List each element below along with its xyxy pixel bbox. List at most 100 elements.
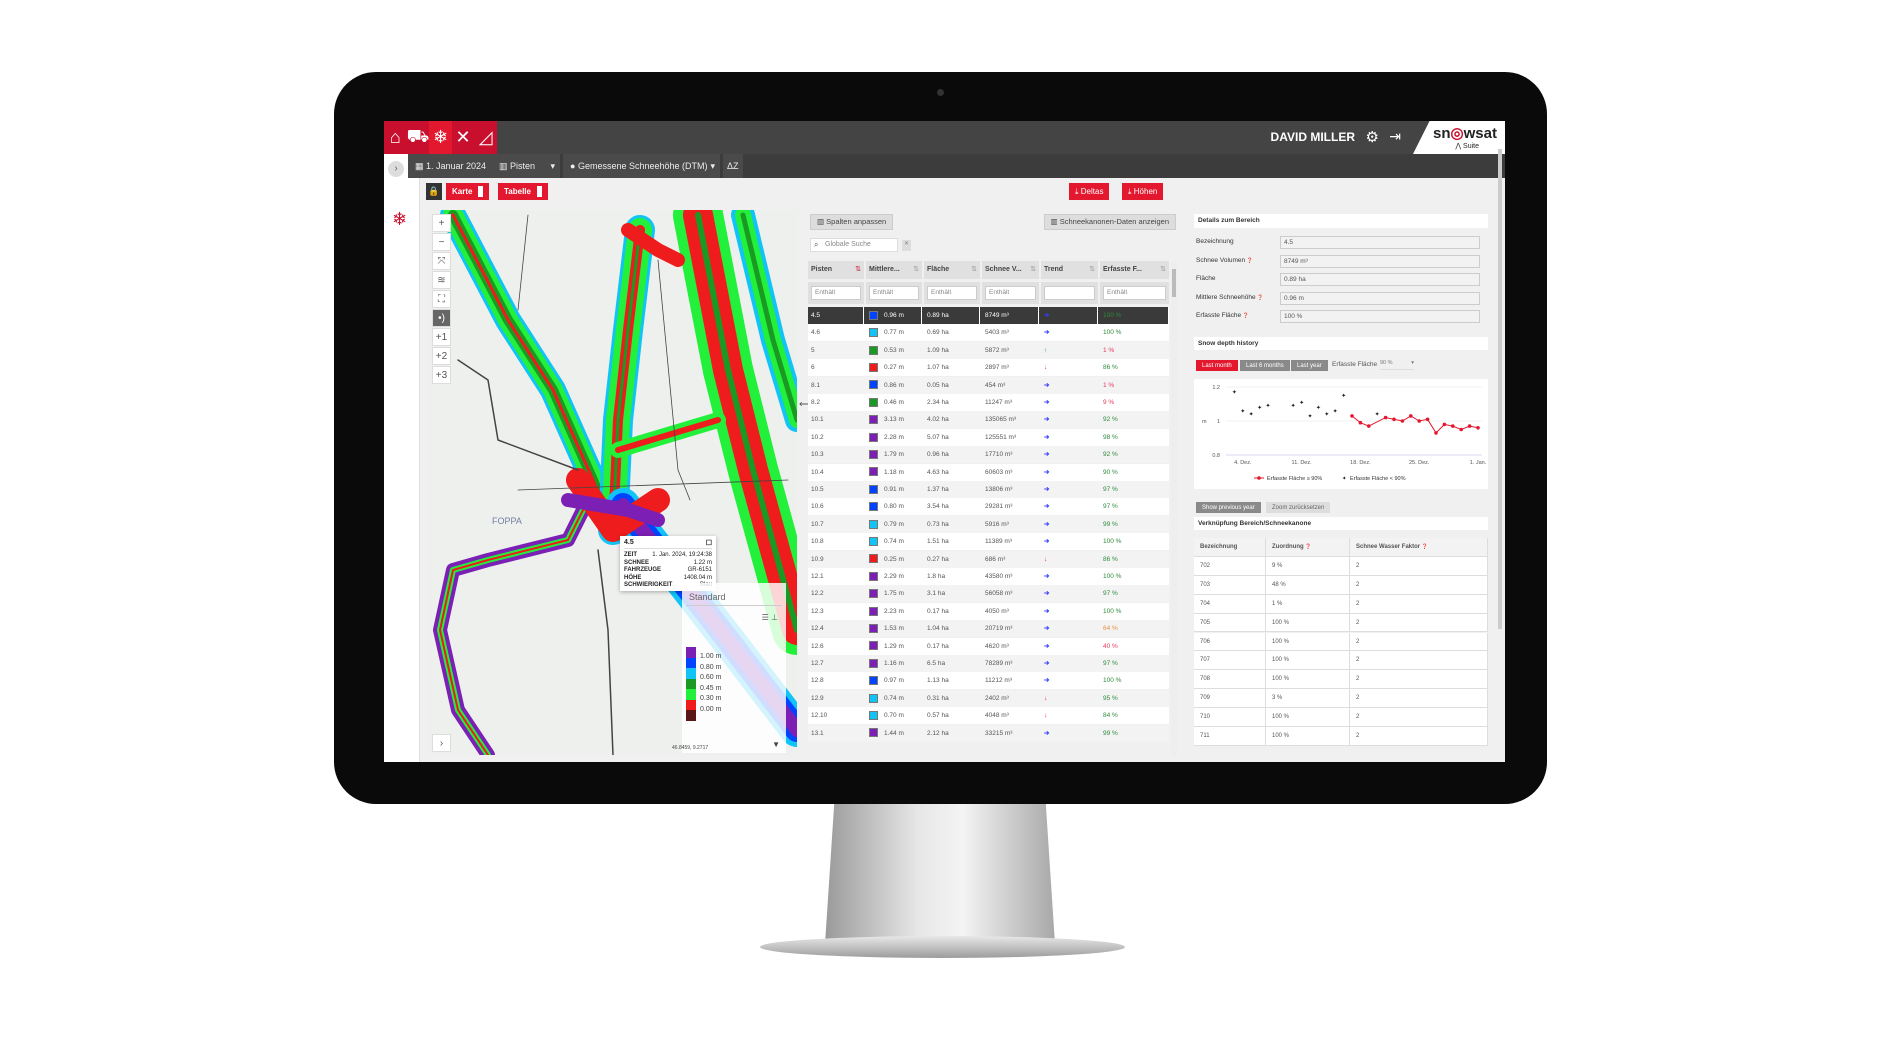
- table-row[interactable]: 12.4 1.53 m 1.04 ha 20719 m³ ➔ 64 %: [808, 620, 1169, 638]
- home-icon[interactable]: ⌂: [384, 121, 407, 154]
- reset-zoom-button[interactable]: Zoom zurücksetzen: [1266, 502, 1331, 513]
- help-icon[interactable]: ❓: [1420, 544, 1428, 550]
- linkage-row[interactable]: 702 9 % 2: [1194, 556, 1488, 576]
- sort-icon[interactable]: ⇅: [1089, 261, 1095, 279]
- linkage-row[interactable]: 704 1 % 2: [1194, 594, 1488, 614]
- coverage-select[interactable]: 90 % ▾: [1380, 360, 1414, 370]
- table-row[interactable]: 10.6 0.80 m 3.54 ha 29281 m³ ➔ 97 %: [808, 498, 1169, 516]
- column-filter[interactable]: Enthält: [1100, 282, 1169, 304]
- linkage-row[interactable]: 707 100 % 2: [1194, 651, 1488, 671]
- column-header[interactable]: Fläche ⇅: [924, 261, 980, 279]
- signal-button[interactable]: •): [432, 309, 451, 327]
- hoehen-download-button[interactable]: ⤓ Höhen: [1122, 183, 1164, 200]
- expand-sidebar-button[interactable]: ›: [388, 161, 404, 177]
- tools-icon[interactable]: ✕: [451, 121, 475, 154]
- snowflake-icon[interactable]: ❄: [392, 209, 407, 230]
- table-row[interactable]: 6 0.27 m 1.07 ha 2897 m³ ↓ 86 %: [808, 359, 1169, 377]
- global-search-input[interactable]: ⌕ Globale Suche: [810, 238, 898, 252]
- linkage-row[interactable]: 709 3 % 2: [1194, 689, 1488, 709]
- column-filter[interactable]: Enthält: [808, 282, 864, 304]
- column-header[interactable]: Trend ⇅: [1041, 261, 1098, 279]
- map-expand-button[interactable]: ›: [432, 734, 451, 752]
- table-row[interactable]: 12.8 0.97 m 1.13 ha 11212 m³ ➔ 100 %: [808, 672, 1169, 690]
- zoom-out-button[interactable]: −: [432, 233, 451, 251]
- measure-icon[interactable]: ◿: [474, 121, 497, 154]
- table-row[interactable]: 12.9 0.74 m 0.31 ha 2402 m³ ↓ 95 %: [808, 689, 1169, 707]
- deltas-download-button[interactable]: ⤓ Deltas: [1069, 183, 1110, 200]
- sort-icon[interactable]: ⇅: [1030, 261, 1036, 279]
- sort-icon[interactable]: ⇅: [1160, 261, 1166, 279]
- layer-select[interactable]: ▥ Pisten ▾: [492, 154, 560, 178]
- page-scrollbar[interactable]: [1498, 149, 1502, 629]
- table-row[interactable]: 12.2 1.75 m 3.1 ha 56058 m³ ➔ 97 %: [808, 585, 1169, 603]
- table-row[interactable]: 10.4 1.18 m 4.63 ha 60603 m³ ➔ 90 %: [808, 463, 1169, 481]
- filter-input[interactable]: Enthält: [1103, 286, 1166, 300]
- lock-button[interactable]: 🔒: [426, 183, 442, 200]
- table-row[interactable]: 10.1 3.13 m 4.02 ha 135065 m³ ➔ 92 %: [808, 411, 1169, 429]
- column-header[interactable]: Erfasste F... ⇅: [1100, 261, 1169, 279]
- filter-input[interactable]: Enthält: [811, 286, 861, 300]
- fit-extent-button[interactable]: ⤧: [432, 252, 451, 270]
- column-filter[interactable]: Enthält: [982, 282, 1039, 304]
- linkage-row[interactable]: 710 100 % 2: [1194, 708, 1488, 727]
- date-picker[interactable]: ▦ 1. Januar 2024: [408, 154, 494, 178]
- table-row[interactable]: 8.1 0.86 m 0.05 ha 454 m³ ➔ 1 %: [808, 376, 1169, 394]
- gear-icon[interactable]: ⚙: [1366, 128, 1379, 146]
- table-row[interactable]: 10.3 1.79 m 0.96 ha 17710 m³ ➔ 92 %: [808, 446, 1169, 464]
- filter-input[interactable]: Enthält: [985, 286, 1036, 300]
- table-row[interactable]: 4.6 0.77 m 0.69 ha 5403 m³ ➔ 100 %: [808, 324, 1169, 342]
- range-button[interactable]: Last 6 months: [1240, 360, 1290, 371]
- table-row[interactable]: 10.7 0.79 m 0.73 ha 5916 m³ ➔ 99 %: [808, 515, 1169, 533]
- table-scrollbar[interactable]: [1171, 261, 1177, 755]
- column-header[interactable]: Schnee V... ⇅: [982, 261, 1039, 279]
- snowflake-icon[interactable]: ❄: [429, 121, 452, 154]
- clear-search-button[interactable]: ✕: [902, 240, 911, 251]
- measure-select[interactable]: ● Gemessene Schneehöhe (DTM) ▾: [563, 154, 720, 178]
- table-row[interactable]: 5 0.53 m 1.09 ha 5872 m³ ↑ 1 %: [808, 341, 1169, 359]
- table-row[interactable]: 8.2 0.46 m 2.34 ha 11247 m³ ➔ 9 %: [808, 394, 1169, 411]
- column-filter[interactable]: Enthält: [866, 282, 922, 304]
- plus2-button[interactable]: +2: [432, 347, 451, 365]
- sort-icon[interactable]: ⇅: [913, 261, 919, 279]
- close-tooltip-icon[interactable]: ☐: [706, 539, 712, 547]
- help-icon[interactable]: ❓: [1304, 544, 1311, 550]
- fill-button[interactable]: ⛶: [432, 290, 451, 308]
- columns-button[interactable]: ▥ Spalten anpassen: [810, 214, 894, 230]
- range-button[interactable]: Last month: [1196, 360, 1238, 371]
- help-icon[interactable]: ❓: [1245, 258, 1253, 264]
- logout-icon[interactable]: ⇥: [1389, 128, 1401, 145]
- linkage-row[interactable]: 703 48 % 2: [1194, 575, 1488, 595]
- snowgun-data-button[interactable]: ▥ Schneekanonen-Daten anzeigen: [1043, 214, 1176, 230]
- sort-icon[interactable]: ⇅: [855, 261, 861, 279]
- filter-input[interactable]: Enthält: [927, 286, 977, 300]
- table-row[interactable]: 10.2 2.28 m 5.07 ha 125551 m³ ➔ 98 %: [808, 428, 1169, 446]
- table-row[interactable]: 12.1 2.29 m 1.8 ha 43580 m³ ➔ 100 %: [808, 568, 1169, 585]
- snow-depth-chart[interactable]: 1.2 1 0.8 m 4. Dez. 11. Dez. 18. Dez. 25. Dez. 1…: [1194, 379, 1488, 489]
- filter-input[interactable]: [1044, 286, 1095, 300]
- groomer-icon[interactable]: ⛟: [407, 121, 429, 154]
- help-icon[interactable]: ❓: [1256, 295, 1263, 301]
- layers-button[interactable]: ≋: [432, 271, 451, 289]
- zoom-in-button[interactable]: +: [432, 214, 451, 232]
- table-row[interactable]: 12.10 0.70 m 0.57 ha 4048 m³ ↓ 84 %: [808, 707, 1169, 725]
- map-view[interactable]: FOPPA + − ⤧ ≋ ⛶ •) +1 +2 +3 › 4.5 ☐ ZEIT 1. Jan. 2…: [428, 210, 797, 755]
- table-row[interactable]: 13.1 1.44 m 2.12 ha 33215 m³ ➔ 99 %: [808, 724, 1169, 742]
- plus1-button[interactable]: +1: [432, 328, 451, 346]
- help-icon[interactable]: ❓: [1241, 313, 1249, 319]
- linkage-row[interactable]: 711 100 % 2: [1194, 727, 1488, 746]
- range-button[interactable]: Last year: [1291, 360, 1328, 371]
- show-previous-year-button[interactable]: Show previous year: [1196, 502, 1261, 513]
- delta-z-button[interactable]: ΔZ: [723, 154, 743, 178]
- column-filter[interactable]: [1041, 282, 1098, 304]
- column-filter[interactable]: Enthält: [924, 282, 980, 304]
- table-row[interactable]: 10.9 0.25 m 0.27 ha 686 m³ ↓ 86 %: [808, 550, 1169, 568]
- user-name[interactable]: DAVID MILLER: [1271, 130, 1355, 144]
- table-row[interactable]: 4.5 0.96 m 0.89 ha 8749 m³ ➔ 100 %: [808, 307, 1169, 324]
- plus3-button[interactable]: +3: [432, 366, 451, 384]
- table-row[interactable]: 12.3 2.23 m 0.17 ha 4050 m³ ➔ 100 %: [808, 602, 1169, 620]
- filter-input[interactable]: Enthält: [869, 286, 919, 300]
- legend-settings-icon[interactable]: ☰ ⊥: [762, 613, 778, 622]
- linkage-row[interactable]: 705 100 % 2: [1194, 613, 1488, 633]
- sort-icon[interactable]: ⇅: [971, 261, 977, 279]
- legend-style-select[interactable]: Standard: [686, 589, 782, 606]
